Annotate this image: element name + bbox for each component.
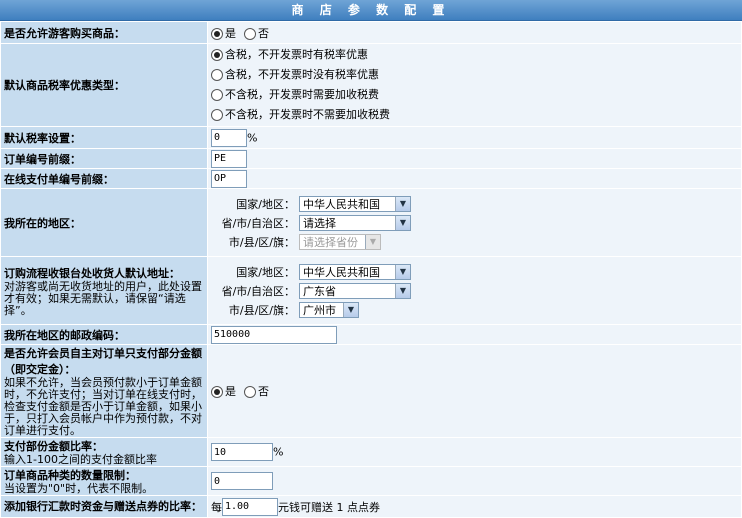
row-order-prefix: 订单编号前缀： bbox=[0, 148, 742, 169]
row-tax-rate: 默认税率设置： % bbox=[0, 126, 742, 149]
row-pay-prefix: 在线支付单编号前缀： bbox=[0, 168, 742, 189]
config-table: 是否允许游客购买商品： 是否 默认商品税率优惠类型： 含税，不开发票时有税率优惠… bbox=[0, 21, 742, 518]
region-province-select[interactable]: 请选择 ▼ bbox=[299, 214, 411, 231]
postcode-input[interactable] bbox=[211, 325, 337, 344]
row-guest-purchase: 是否允许游客购买商品： 是否 bbox=[0, 21, 742, 44]
kind-limit-input[interactable] bbox=[211, 472, 273, 490]
radio-unchecked-icon bbox=[211, 89, 223, 101]
chevron-down-icon: ▼ bbox=[395, 283, 410, 298]
row-coupon-ratio: 添加银行汇款时资金与赠送点券的比率： 每元钱可赠送 1 点点券 bbox=[0, 495, 742, 518]
region-country-select[interactable]: 中华人民共和国 ▼ bbox=[299, 195, 411, 212]
receiver-province-select[interactable]: 广东省 ▼ bbox=[299, 282, 411, 299]
chevron-down-icon: ▼ bbox=[343, 302, 358, 317]
receiver-country-select[interactable]: 中华人民共和国 ▼ bbox=[299, 263, 411, 280]
row-receiver-address: 订购流程收银台处收货人默认地址： 对游客或尚无收货地址的用户，此处设置才有效；如果… bbox=[0, 256, 742, 325]
chevron-down-icon: ▼ bbox=[395, 196, 410, 211]
label: 是否允许游客购买商品： bbox=[0, 21, 208, 44]
partial-yes-radio[interactable]: 是 bbox=[211, 383, 236, 399]
radio-checked-icon bbox=[211, 49, 223, 61]
page-title: 商 店 参 数 配 置 bbox=[0, 0, 742, 21]
guest-no-radio[interactable]: 否 bbox=[244, 25, 269, 41]
receiver-city-select[interactable]: 广州市 ▼ bbox=[299, 301, 359, 318]
partial-no-radio[interactable]: 否 bbox=[244, 383, 269, 399]
row-tax-type: 默认商品税率优惠类型： 含税，不开发票时有税率优惠 含税，不开发票时没有税率优惠… bbox=[0, 43, 742, 127]
tax-option-1[interactable]: 含税，不开发票时没有税率优惠 bbox=[211, 65, 738, 85]
row-postcode: 我所在地区的邮政编码： bbox=[0, 324, 742, 345]
order-prefix-input[interactable] bbox=[211, 149, 247, 168]
region-city-select[interactable]: 请选择省份 ▼ bbox=[299, 233, 381, 250]
row-partial-payment: 是否允许会员自主对订单只支付部分金额（即交定金）： 如果不允许，当会员预付款小于订… bbox=[0, 344, 742, 438]
row-kind-limit: 订单商品种类的数量限制： 当设置为"0"时，代表不限制。 bbox=[0, 466, 742, 496]
radio-unchecked-icon bbox=[244, 386, 256, 398]
radio-unchecked-icon bbox=[211, 69, 223, 81]
guest-yes-radio[interactable]: 是 bbox=[211, 25, 236, 41]
radio-unchecked-icon bbox=[211, 109, 223, 121]
tax-option-0[interactable]: 含税，不开发票时有税率优惠 bbox=[211, 45, 738, 65]
tax-option-2[interactable]: 不含税，开发票时需要加收税费 bbox=[211, 85, 738, 105]
chevron-down-icon: ▼ bbox=[365, 234, 380, 249]
row-region: 我所在的地区： 国家/地区： 中华人民共和国 ▼ 省/市/自治区： 请选择 ▼ 市/… bbox=[0, 188, 742, 257]
tax-rate-input[interactable] bbox=[211, 128, 247, 147]
radio-checked-icon bbox=[211, 386, 223, 398]
row-partial-ratio: 支付部份金额比率：输入1-100之间的支付金额比率 % bbox=[0, 437, 742, 467]
chevron-down-icon: ▼ bbox=[395, 215, 410, 230]
radio-unchecked-icon bbox=[244, 27, 256, 40]
pay-prefix-input[interactable] bbox=[211, 169, 247, 188]
partial-ratio-input[interactable] bbox=[211, 443, 273, 461]
chevron-down-icon: ▼ bbox=[395, 264, 410, 279]
radio-checked-icon bbox=[211, 27, 223, 40]
tax-option-3[interactable]: 不含税，开发票时不需要加收税费 bbox=[211, 105, 738, 125]
